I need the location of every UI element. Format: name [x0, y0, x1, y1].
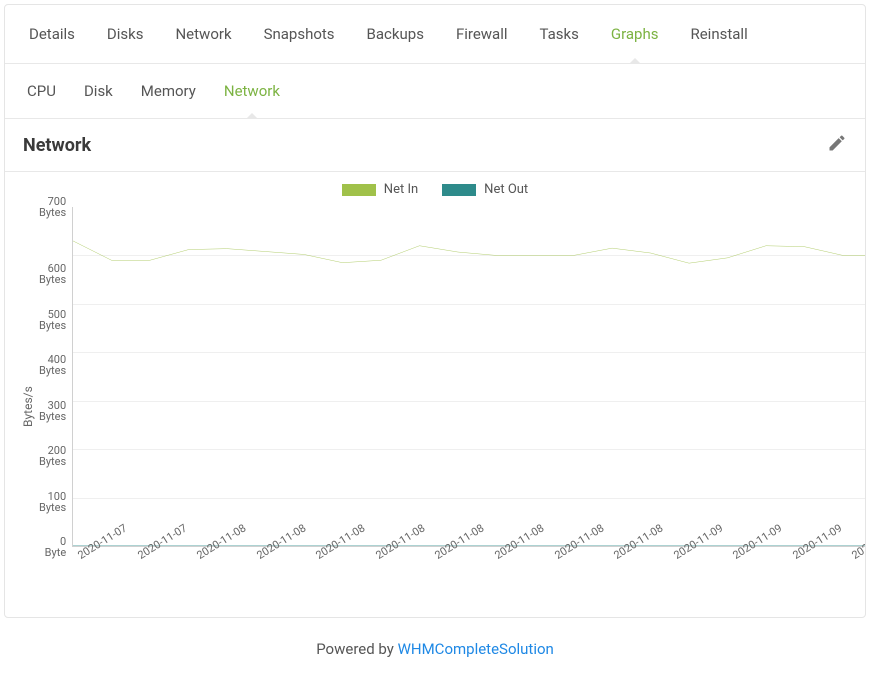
- y-tick: 600 Bytes: [39, 263, 66, 285]
- main-tabs: Details Disks Network Snapshots Backups …: [5, 5, 865, 64]
- legend-net-in-label: Net In: [384, 182, 418, 197]
- graph-type-tabs: CPU Disk Memory Network: [5, 64, 865, 119]
- tab-tasks[interactable]: Tasks: [524, 5, 595, 63]
- swatch-net-in: [342, 184, 376, 196]
- subtab-memory[interactable]: Memory: [127, 64, 210, 118]
- tab-snapshots[interactable]: Snapshots: [248, 5, 351, 63]
- legend-net-out[interactable]: Net Out: [442, 182, 528, 197]
- section-header: Network: [5, 119, 865, 172]
- subtab-disk[interactable]: Disk: [70, 64, 127, 118]
- subtab-network[interactable]: Network: [210, 64, 294, 118]
- server-panel: Details Disks Network Snapshots Backups …: [4, 4, 866, 618]
- y-tick: 200 Bytes: [39, 445, 66, 467]
- edit-icon[interactable]: [827, 133, 847, 157]
- tab-details[interactable]: Details: [13, 5, 91, 63]
- tab-backups[interactable]: Backups: [351, 5, 440, 63]
- chart-container: Bytes/s 700 Bytes600 Bytes500 Bytes400 B…: [5, 203, 865, 617]
- swatch-net-out: [442, 184, 476, 196]
- y-tick: 400 Bytes: [39, 354, 66, 376]
- y-tick: 0 Byte: [39, 536, 66, 558]
- section-title: Network: [23, 135, 91, 156]
- y-tick: 100 Bytes: [39, 491, 66, 513]
- tab-graphs[interactable]: Graphs: [595, 5, 675, 63]
- legend-net-in[interactable]: Net In: [342, 182, 418, 197]
- y-tick: 500 Bytes: [39, 309, 66, 331]
- subtab-cpu[interactable]: CPU: [13, 64, 70, 118]
- footer-link[interactable]: WHMCompleteSolution: [398, 640, 554, 658]
- y-axis-label: Bytes/s: [19, 207, 37, 607]
- legend-net-out-label: Net Out: [484, 182, 528, 197]
- y-tick: 700 Bytes: [39, 196, 66, 218]
- tab-disks[interactable]: Disks: [91, 5, 160, 63]
- tab-reinstall[interactable]: Reinstall: [674, 5, 763, 63]
- footer: Powered by WHMCompleteSolution: [0, 622, 870, 676]
- y-tick: 300 Bytes: [39, 400, 66, 422]
- y-axis-ticks: 700 Bytes600 Bytes500 Bytes400 Bytes300 …: [37, 207, 72, 547]
- footer-prefix: Powered by: [316, 640, 397, 658]
- tab-network[interactable]: Network: [159, 5, 247, 63]
- chart-legend: Net In Net Out: [5, 172, 865, 203]
- chart-plot: [72, 207, 866, 547]
- tab-firewall[interactable]: Firewall: [440, 5, 524, 63]
- x-axis-ticks: 2020-11-072020-11-072020-11-082020-11-08…: [72, 553, 866, 601]
